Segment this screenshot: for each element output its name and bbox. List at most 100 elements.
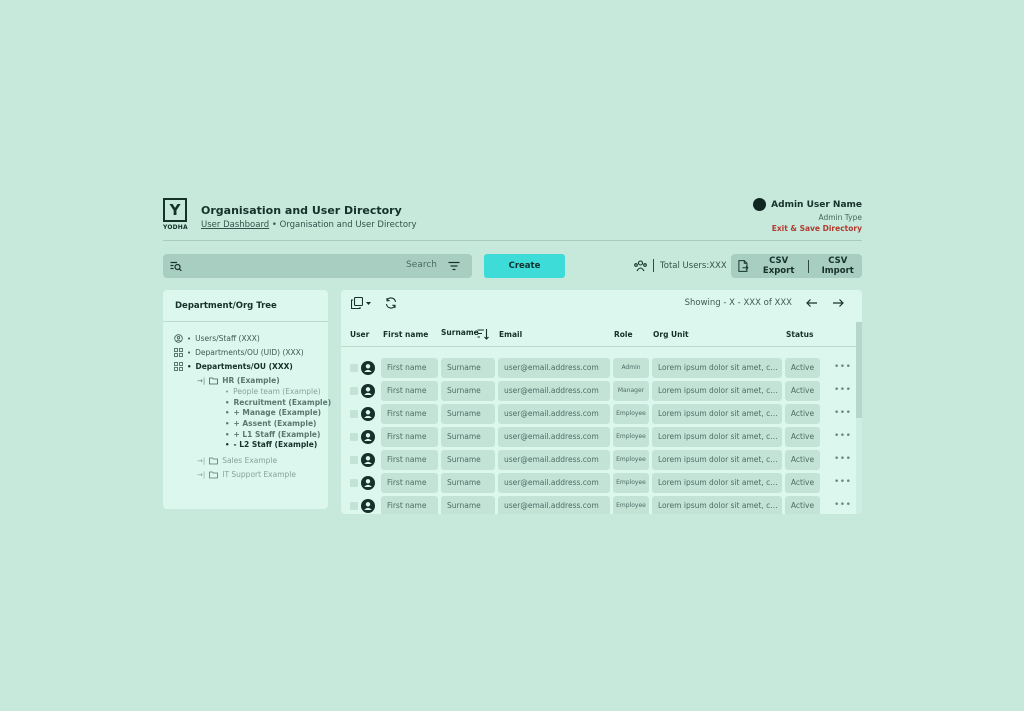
org-unit-cell[interactable]: Lorem ipsum dolor sit amet, consectetur [652, 473, 782, 493]
org-unit-cell[interactable]: Lorem ipsum dolor sit amet, consectetur [652, 496, 782, 514]
column-header-role[interactable]: Role [614, 330, 633, 339]
search-input[interactable]: Search [406, 260, 437, 270]
first-name-cell[interactable]: First name [381, 404, 438, 424]
arrow-right-icon[interactable] [832, 297, 844, 309]
row-menu-icon[interactable]: ••• [834, 477, 851, 487]
scrollbar-thumb[interactable] [856, 322, 862, 418]
role-cell[interactable]: Employee [613, 473, 649, 493]
refresh-icon[interactable] [385, 297, 397, 309]
row-checkbox[interactable] [350, 364, 358, 372]
csv-export-button[interactable]: CSV Export [755, 256, 803, 276]
row-menu-icon[interactable]: ••• [834, 385, 851, 395]
search-bar[interactable]: Search [163, 254, 472, 278]
row-checkbox[interactable] [350, 433, 358, 441]
tree-item-sales[interactable]: →| Sales Example [197, 456, 277, 465]
row-menu-icon[interactable]: ••• [834, 454, 851, 464]
filter-icon[interactable] [448, 260, 460, 272]
status-cell[interactable]: Active [785, 473, 820, 493]
search-icon [170, 261, 182, 272]
role-cell[interactable]: Admin [613, 358, 649, 378]
surname-cell[interactable]: Surname [441, 496, 495, 514]
tree-item-manage[interactable]: • + Manage (Example) [225, 408, 321, 417]
first-name-cell[interactable]: First name [381, 358, 438, 378]
role-cell[interactable]: Employee [613, 496, 649, 514]
status-cell[interactable]: Active [785, 496, 820, 514]
table-row[interactable]: First name Surname user@email.address.com E… [341, 495, 856, 514]
column-header-first-name[interactable]: First name [383, 330, 428, 339]
row-menu-icon[interactable]: ••• [834, 500, 851, 510]
column-header-surname[interactable]: Surname [441, 328, 479, 337]
org-unit-cell[interactable]: Lorem ipsum dolor sit amet, consectetur [652, 358, 782, 378]
org-unit-cell[interactable]: Lorem ipsum dolor sit amet, consectetur [652, 450, 782, 470]
tree-item-l1-staff[interactable]: • + L1 Staff (Example) [225, 430, 320, 439]
first-name-cell[interactable]: First name [381, 473, 438, 493]
org-unit-cell[interactable]: Lorem ipsum dolor sit amet, consectetur [652, 381, 782, 401]
email-cell[interactable]: user@email.address.com [498, 496, 610, 514]
surname-cell[interactable]: Surname [441, 473, 495, 493]
role-cell[interactable]: Manager [613, 381, 649, 401]
email-cell[interactable]: user@email.address.com [498, 450, 610, 470]
tree-item-people-team[interactable]: • People team (Example) [225, 387, 321, 396]
table-row[interactable]: First name Surname user@email.address.com E… [341, 403, 856, 426]
column-header-email[interactable]: Email [499, 330, 522, 339]
org-unit-cell[interactable]: Lorem ipsum dolor sit amet, consectetur [652, 427, 782, 447]
surname-cell[interactable]: Surname [441, 358, 495, 378]
table-row[interactable]: First name Surname user@email.address.com A… [341, 357, 856, 380]
tree-item-it-support[interactable]: →| IT Support Example [197, 470, 296, 479]
row-checkbox[interactable] [350, 410, 358, 418]
email-cell[interactable]: user@email.address.com [498, 358, 610, 378]
sort-icon[interactable] [477, 328, 489, 340]
email-cell[interactable]: user@email.address.com [498, 427, 610, 447]
copy-icon[interactable] [351, 297, 363, 309]
tree-item-hr[interactable]: →| HR (Example) [197, 376, 280, 385]
row-checkbox[interactable] [350, 502, 358, 510]
first-name-cell[interactable]: First name [381, 496, 438, 514]
exit-save-link[interactable]: Exit & Save Directory [753, 224, 862, 233]
arrow-left-icon[interactable] [806, 297, 818, 309]
table-row[interactable]: First name Surname user@email.address.com M… [341, 380, 856, 403]
column-header-org-unit[interactable]: Org Unit [653, 330, 689, 339]
user-menu[interactable]: Admin User Name [753, 198, 862, 211]
first-name-cell[interactable]: First name [381, 381, 438, 401]
tree-item-assent[interactable]: • + Assent (Example) [225, 419, 316, 428]
org-unit-cell[interactable]: Lorem ipsum dolor sit amet, consectetur [652, 404, 782, 424]
email-cell[interactable]: user@email.address.com [498, 404, 610, 424]
table-row[interactable]: First name Surname user@email.address.com E… [341, 426, 856, 449]
create-button[interactable]: Create [484, 254, 565, 278]
table-row[interactable]: First name Surname user@email.address.com E… [341, 449, 856, 472]
status-cell[interactable]: Active [785, 450, 820, 470]
surname-cell[interactable]: Surname [441, 381, 495, 401]
tree-item-users[interactable]: • Users/Staff (XXX) [174, 334, 260, 343]
chevron-down-icon[interactable] [366, 302, 371, 305]
role-cell[interactable]: Employee [613, 404, 649, 424]
csv-import-button[interactable]: CSV Import [813, 256, 862, 276]
email-cell[interactable]: user@email.address.com [498, 381, 610, 401]
row-checkbox[interactable] [350, 479, 358, 487]
status-cell[interactable]: Active [785, 427, 820, 447]
surname-cell[interactable]: Surname [441, 427, 495, 447]
breadcrumb-link-dashboard[interactable]: User Dashboard [201, 220, 269, 230]
status-cell[interactable]: Active [785, 404, 820, 424]
column-header-status[interactable]: Status [786, 330, 813, 339]
column-header-user[interactable]: User [350, 330, 369, 339]
status-cell[interactable]: Active [785, 381, 820, 401]
row-menu-icon[interactable]: ••• [834, 431, 851, 441]
tree-item-label: Departments/OU (XXX) [195, 362, 293, 371]
status-cell[interactable]: Active [785, 358, 820, 378]
role-cell[interactable]: Employee [613, 450, 649, 470]
row-checkbox[interactable] [350, 387, 358, 395]
table-row[interactable]: First name Surname user@email.address.com E… [341, 472, 856, 495]
surname-cell[interactable]: Surname [441, 450, 495, 470]
tree-item-departments[interactable]: • Departments/OU (XXX) [174, 362, 293, 371]
first-name-cell[interactable]: First name [381, 427, 438, 447]
row-checkbox[interactable] [350, 456, 358, 464]
first-name-cell[interactable]: First name [381, 450, 438, 470]
row-menu-icon[interactable]: ••• [834, 362, 851, 372]
surname-cell[interactable]: Surname [441, 404, 495, 424]
tree-item-l2-staff[interactable]: • - L2 Staff (Example) [225, 440, 317, 449]
tree-item-recruitment[interactable]: • Recruitment (Example) [225, 398, 331, 407]
row-menu-icon[interactable]: ••• [834, 408, 851, 418]
email-cell[interactable]: user@email.address.com [498, 473, 610, 493]
role-cell[interactable]: Employee [613, 427, 649, 447]
tree-item-departments-uid[interactable]: • Departments/OU (UID) (XXX) [174, 348, 304, 357]
